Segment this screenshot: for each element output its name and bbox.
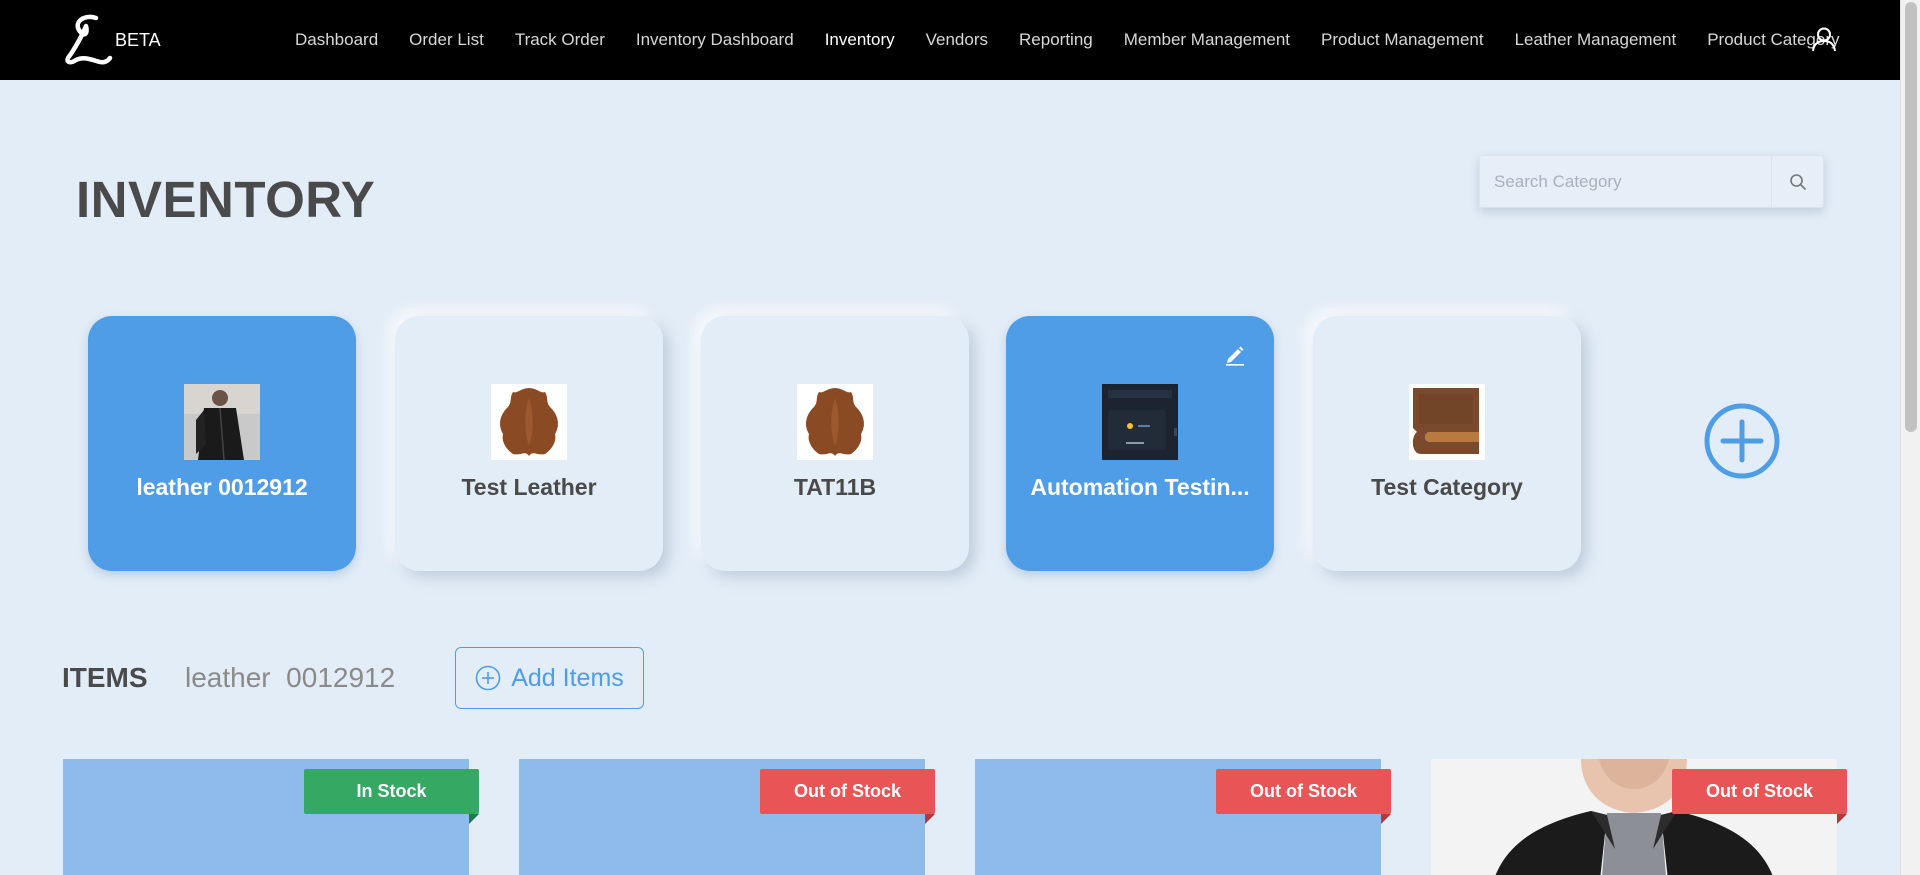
add-items-label: Add Items: [511, 663, 624, 692]
folded-leather-photo-icon: [1409, 384, 1485, 460]
category-label: leather 0012912: [136, 474, 308, 500]
category-card-tat11b[interactable]: TAT11B: [701, 316, 969, 571]
top-navbar: BETA Dashboard Order List Track Order In…: [0, 0, 1900, 80]
leather-hide-photo-icon: [797, 384, 873, 460]
page-title: INVENTORY: [76, 171, 376, 228]
category-search: [1479, 155, 1824, 208]
stock-badge: Out of Stock: [1216, 769, 1391, 814]
beta-badge: BETA: [115, 30, 161, 50]
nav-vendors[interactable]: Vendors: [926, 30, 988, 50]
category-card-automation-testing[interactable]: Automation Testin...: [1006, 316, 1274, 571]
page-scrollbar[interactable]: [1900, 0, 1920, 875]
dark-app-screenshot-icon: [1102, 384, 1178, 460]
scrollbar-thumb[interactable]: [1905, 2, 1917, 432]
items-heading: ITEMS: [62, 662, 148, 693]
badge-fold-corner: [1381, 814, 1391, 824]
user-icon[interactable]: [1811, 26, 1837, 52]
search-input[interactable]: [1479, 155, 1771, 208]
category-card-test-leather[interactable]: Test Leather: [395, 316, 663, 571]
pencil-icon[interactable]: [1224, 344, 1246, 366]
badge-fold-corner: [469, 814, 479, 824]
stock-badge: Out of Stock: [1672, 769, 1847, 814]
badge-fold-corner: [925, 814, 935, 824]
stock-badge: Out of Stock: [760, 769, 935, 814]
category-card-leather-0012912[interactable]: leather 0012912: [88, 316, 356, 571]
selected-category-name: leather 0012912: [185, 662, 396, 693]
category-label: Automation Testin...: [1030, 474, 1250, 500]
nav-inventory-dashboard[interactable]: Inventory Dashboard: [636, 30, 794, 50]
nav-reporting[interactable]: Reporting: [1019, 30, 1093, 50]
nav-member-management[interactable]: Member Management: [1124, 30, 1290, 50]
category-card-test-category[interactable]: Test Category: [1313, 316, 1581, 571]
script-L-logo-icon[interactable]: [62, 12, 114, 68]
add-category-plus-circle-icon[interactable]: [1703, 402, 1781, 480]
search-icon: [1789, 173, 1806, 190]
leather-jacket-photo-icon: [184, 384, 260, 460]
leather-hide-photo-icon: [491, 384, 567, 460]
category-label: Test Leather: [461, 474, 597, 500]
nav-dashboard[interactable]: Dashboard: [295, 30, 378, 50]
stock-badge: In Stock: [304, 769, 479, 814]
nav-leather-management[interactable]: Leather Management: [1515, 30, 1677, 50]
plus-circle-icon: [475, 665, 501, 691]
badge-fold-corner: [1837, 814, 1847, 824]
nav-inventory[interactable]: Inventory: [825, 30, 895, 50]
add-items-button[interactable]: Add Items: [455, 647, 644, 709]
nav-product-management[interactable]: Product Management: [1321, 30, 1484, 50]
category-label: TAT11B: [793, 474, 877, 500]
nav-order-list[interactable]: Order List: [409, 30, 484, 50]
category-label: Test Category: [1371, 474, 1523, 500]
nav-track-order[interactable]: Track Order: [515, 30, 605, 50]
main-nav: Dashboard Order List Track Order Invento…: [295, 0, 1871, 80]
search-button[interactable]: [1771, 155, 1824, 208]
